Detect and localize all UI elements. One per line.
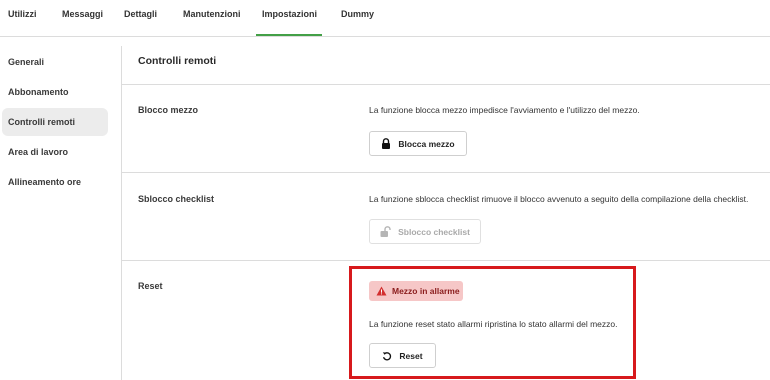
blocca-mezzo-button-label: Blocca mezzo xyxy=(398,138,455,149)
alarm-status-text: Mezzo in allarme xyxy=(392,286,460,296)
sidebar-item-area-di-lavoro[interactable]: Area di lavoro xyxy=(2,138,108,166)
tab-utilizzi[interactable]: Utilizzi xyxy=(8,0,37,36)
reset-button[interactable]: Reset xyxy=(369,343,436,368)
page-title: Controlli remoti xyxy=(138,55,217,67)
sidebar-item-allineamento-ore[interactable]: Allineamento ore xyxy=(2,168,108,196)
reset-icon xyxy=(382,351,392,361)
sidebar-item-controlli-remoti[interactable]: Controlli remoti xyxy=(2,108,108,136)
tab-dummy[interactable]: Dummy xyxy=(341,0,374,36)
lock-icon xyxy=(381,138,391,149)
top-tab-bar: Utilizzi Messaggi Dettagli Manutenzioni … xyxy=(0,0,770,36)
reset-description: La funzione reset stato allarmi ripristi… xyxy=(369,319,618,329)
reset-button-label: Reset xyxy=(399,350,423,361)
section-divider xyxy=(122,84,770,85)
blocco-mezzo-label: Blocco mezzo xyxy=(138,105,199,115)
tab-messaggi[interactable]: Messaggi xyxy=(62,0,103,36)
sblocco-checklist-button-label: Sblocco checklist xyxy=(398,226,470,237)
row-divider xyxy=(122,260,770,261)
sidebar-divider xyxy=(121,46,122,380)
sidebar-item-abbonamento[interactable]: Abbonamento xyxy=(2,78,108,106)
warning-icon xyxy=(376,286,387,296)
reset-label: Reset xyxy=(138,281,163,291)
unlock-icon xyxy=(380,226,391,237)
settings-sidebar: Generali Abbonamento Controlli remoti Ar… xyxy=(0,37,122,380)
row-divider xyxy=(122,172,770,173)
alarm-status-badge: Mezzo in allarme xyxy=(369,281,463,301)
sblocco-checklist-label: Sblocco checklist xyxy=(138,194,215,204)
tab-dettagli[interactable]: Dettagli xyxy=(124,0,157,36)
sblocco-checklist-button[interactable]: Sblocco checklist xyxy=(369,219,481,244)
sblocco-checklist-description: La funzione sblocca checklist rimuove il… xyxy=(369,194,749,204)
tab-manutenzioni[interactable]: Manutenzioni xyxy=(183,0,241,36)
blocca-mezzo-button[interactable]: Blocca mezzo xyxy=(369,131,467,156)
sidebar-item-generali[interactable]: Generali xyxy=(2,48,108,76)
blocco-mezzo-description: La funzione blocca mezzo impedisce l'avv… xyxy=(369,105,640,115)
tab-impostazioni[interactable]: Impostazioni xyxy=(262,0,317,36)
